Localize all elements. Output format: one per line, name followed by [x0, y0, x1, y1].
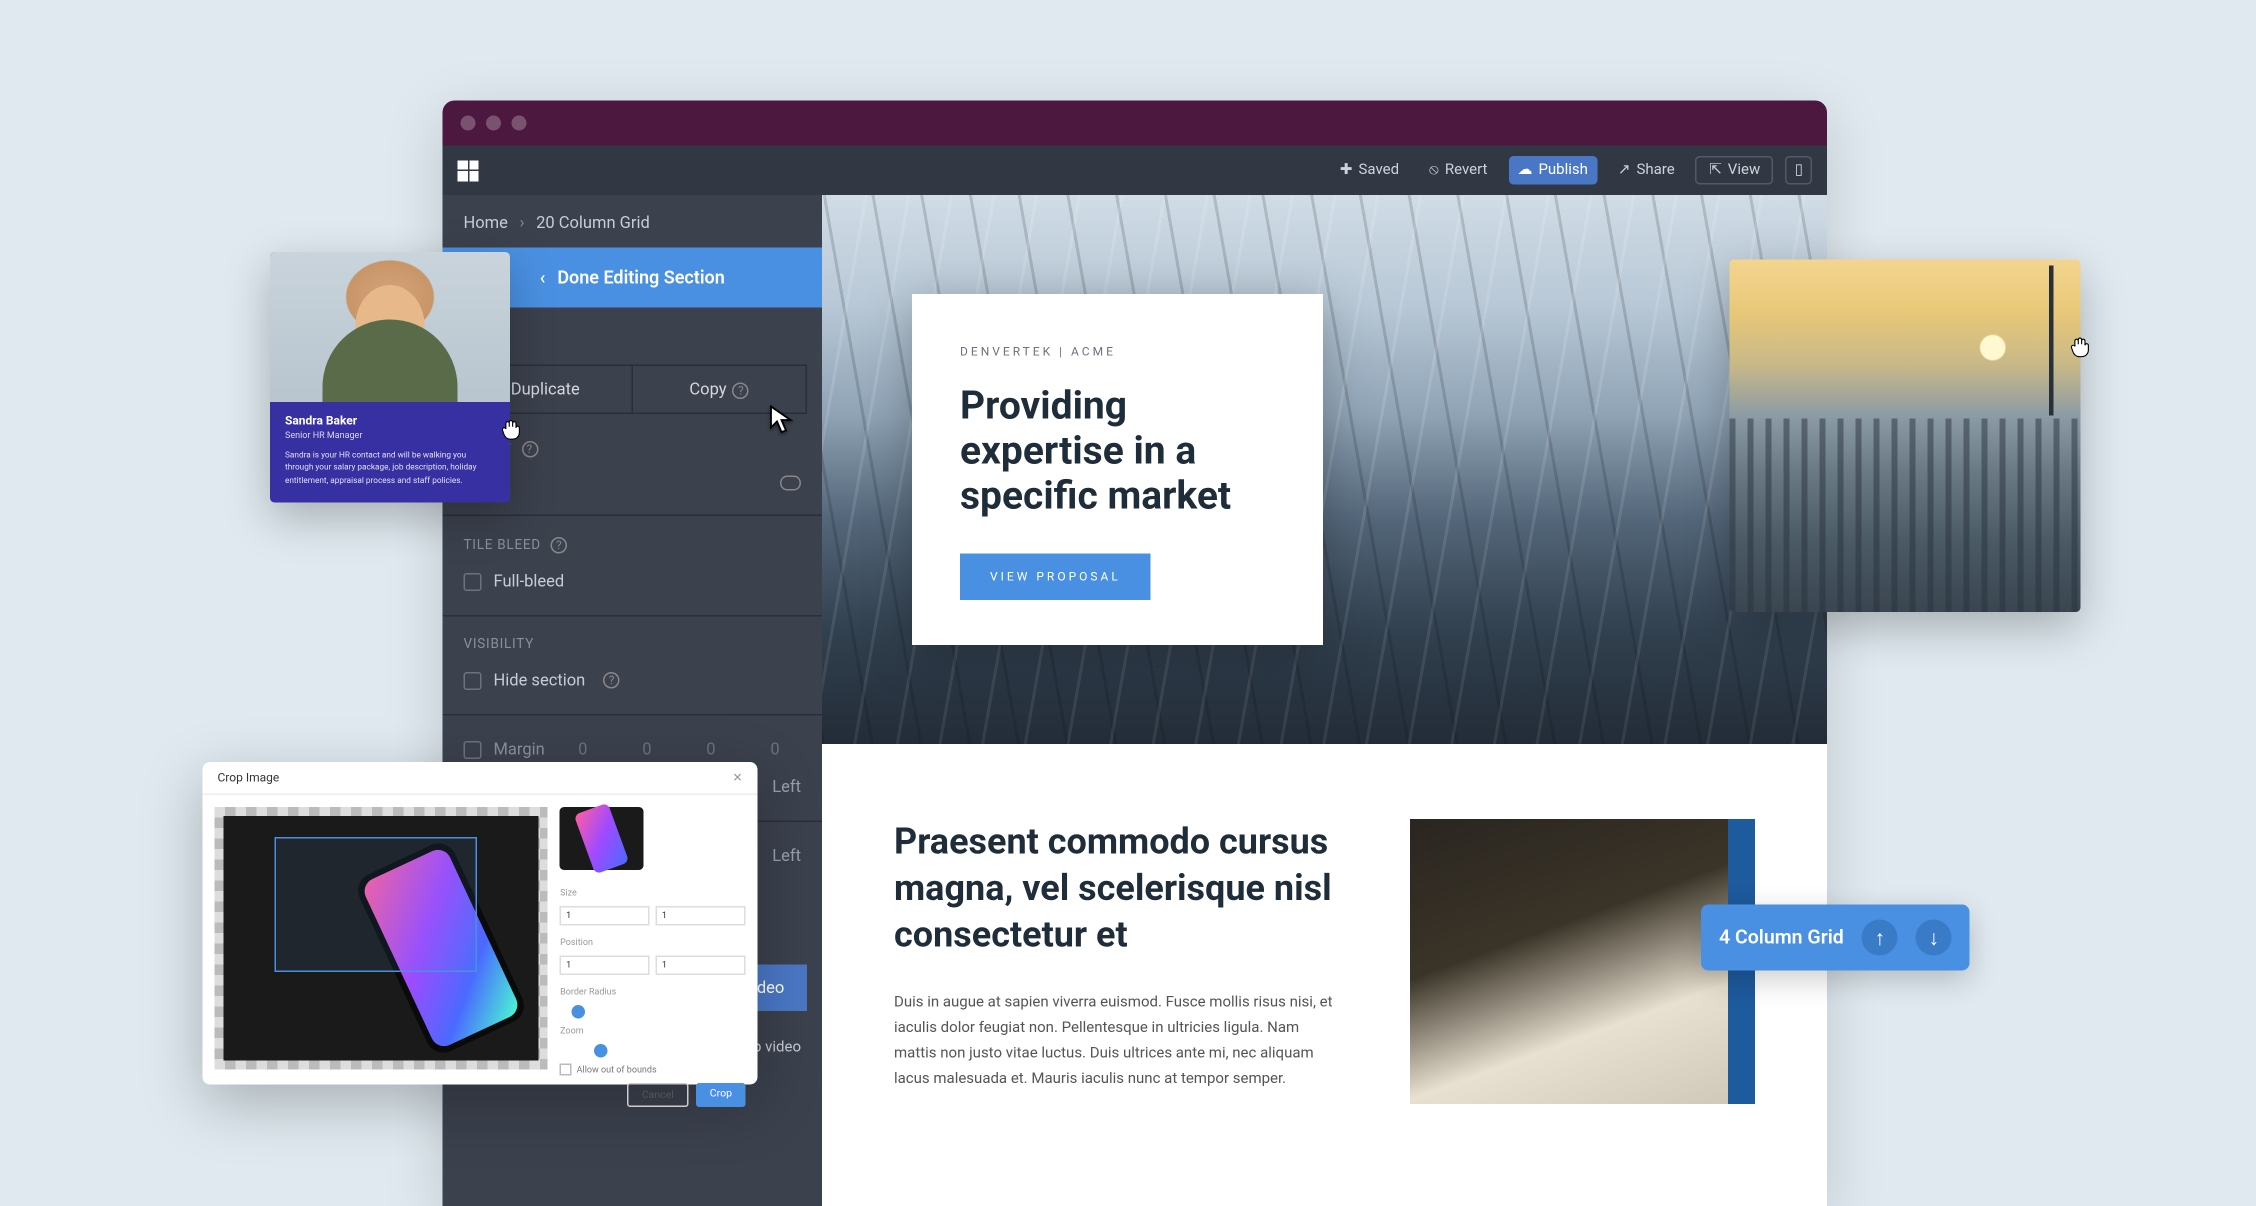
crop-image-modal: Crop Image ✕ Size 11 Position 11 Border … [203, 762, 758, 1085]
crop-canvas[interactable] [215, 807, 549, 1070]
crop-controls: Size 11 Position 11 Border Radius Zoom A… [560, 807, 745, 1070]
revert-button[interactable]: ⦸ Revert [1420, 156, 1496, 185]
view-button[interactable]: ⇱ View [1696, 156, 1774, 185]
breadcrumb-current: 20 Column Grid [536, 213, 650, 233]
margin-bottom-value[interactable]: 0 [685, 740, 737, 760]
content-heading: Praesent commodo cursus magna, vel scele… [894, 819, 1335, 959]
publish-button[interactable]: ☁ Publish [1508, 156, 1596, 185]
hide-section-row[interactable]: Hide section ? [443, 662, 823, 700]
content-body: Duis in augue at sapien viverra euismod.… [894, 989, 1335, 1091]
tile-bleed-label: TILE BLEED ? [443, 531, 823, 563]
move-down-button[interactable]: ↓ [1916, 920, 1952, 956]
profile-description: Sandra is your HR contact and will be wa… [285, 450, 495, 487]
breadcrumb-home[interactable]: Home [464, 213, 508, 233]
chevron-right-icon: › [520, 213, 525, 233]
crop-selection[interactable] [275, 837, 478, 972]
profile-name: Sandra Baker [285, 414, 495, 428]
hero-cta-button[interactable]: VIEW PROPOSAL [960, 553, 1151, 600]
help-icon[interactable]: ? [551, 537, 568, 554]
app-logo-icon [458, 160, 479, 181]
page-canvas[interactable]: DENVERTEK | ACME Providing expertise in … [822, 195, 1827, 1206]
size-w-input[interactable]: 1 [560, 906, 650, 926]
help-icon[interactable]: ? [521, 441, 538, 458]
help-icon[interactable]: ? [733, 382, 750, 399]
column-grid-label: 4 Column Grid [1719, 926, 1844, 949]
mobile-preview-button[interactable]: ▯ [1786, 156, 1812, 185]
content-section[interactable]: Praesent commodo cursus magna, vel scele… [822, 744, 1827, 1104]
skyline-image-card[interactable] [1730, 260, 2081, 613]
window-close-dot[interactable] [461, 116, 476, 131]
checkbox-icon[interactable] [464, 572, 482, 590]
margin-right-value[interactable]: 0 [621, 740, 673, 760]
grab-cursor-icon [498, 416, 525, 443]
close-icon[interactable]: ✕ [732, 771, 742, 785]
margin-left-value[interactable]: 0 [749, 740, 801, 760]
hero-eyebrow: DENVERTEK | ACME [960, 345, 1275, 359]
full-bleed-row[interactable]: Full-bleed [443, 563, 823, 601]
crop-preview-thumb [560, 807, 644, 870]
margin-top-value[interactable]: 0 [557, 740, 609, 760]
size-label: Size [560, 888, 745, 899]
position-label: Position [560, 938, 745, 949]
allow-out-of-bounds-toggle[interactable]: Allow out of bounds [560, 1064, 745, 1076]
hero-card[interactable]: DENVERTEK | ACME Providing expertise in … [912, 294, 1323, 645]
move-up-button[interactable]: ↑ [1862, 920, 1898, 956]
checkbox-icon[interactable] [464, 671, 482, 689]
visibility-eye-icon[interactable] [780, 476, 801, 491]
visibility-label: VISIBILITY [443, 632, 823, 662]
grab-cursor-icon [2067, 333, 2094, 360]
hero-section[interactable]: DENVERTEK | ACME Providing expertise in … [822, 195, 1827, 744]
hero-title: Providing expertise in a specific market [960, 386, 1275, 521]
border-radius-label: Border Radius [560, 987, 745, 998]
column-grid-control[interactable]: 4 Column Grid ↑ ↓ [1701, 905, 1970, 971]
margin-label: Margin [494, 740, 545, 760]
pos-x-input[interactable]: 1 [560, 956, 650, 976]
profile-card[interactable]: Sandra Baker Senior HR Manager Sandra is… [270, 252, 510, 502]
profile-role: Senior HR Manager [285, 431, 495, 442]
app-toolbar: ✚ Saved ⦸ Revert ☁ Publish ↗ Share ⇱ Vie… [443, 146, 1828, 196]
window-minimize-dot[interactable] [486, 116, 501, 131]
crop-modal-title: Crop Image [218, 771, 280, 785]
crop-confirm-button[interactable]: Crop [696, 1083, 745, 1107]
pointer-cursor-icon [770, 405, 794, 435]
crop-cancel-button[interactable]: Cancel [627, 1083, 689, 1107]
zoom-label: Zoom [560, 1026, 745, 1037]
help-icon[interactable]: ? [603, 672, 620, 689]
checkbox-icon[interactable] [464, 740, 482, 758]
size-h-input[interactable]: 1 [656, 906, 746, 926]
window-titlebar [443, 101, 1828, 146]
pos-y-input[interactable]: 1 [656, 956, 746, 976]
breadcrumb: Home › 20 Column Grid [443, 195, 823, 248]
share-button[interactable]: ↗ Share [1609, 156, 1684, 185]
saved-status: ✚ Saved [1331, 156, 1408, 185]
window-zoom-dot[interactable] [512, 116, 527, 131]
profile-photo [270, 252, 510, 402]
